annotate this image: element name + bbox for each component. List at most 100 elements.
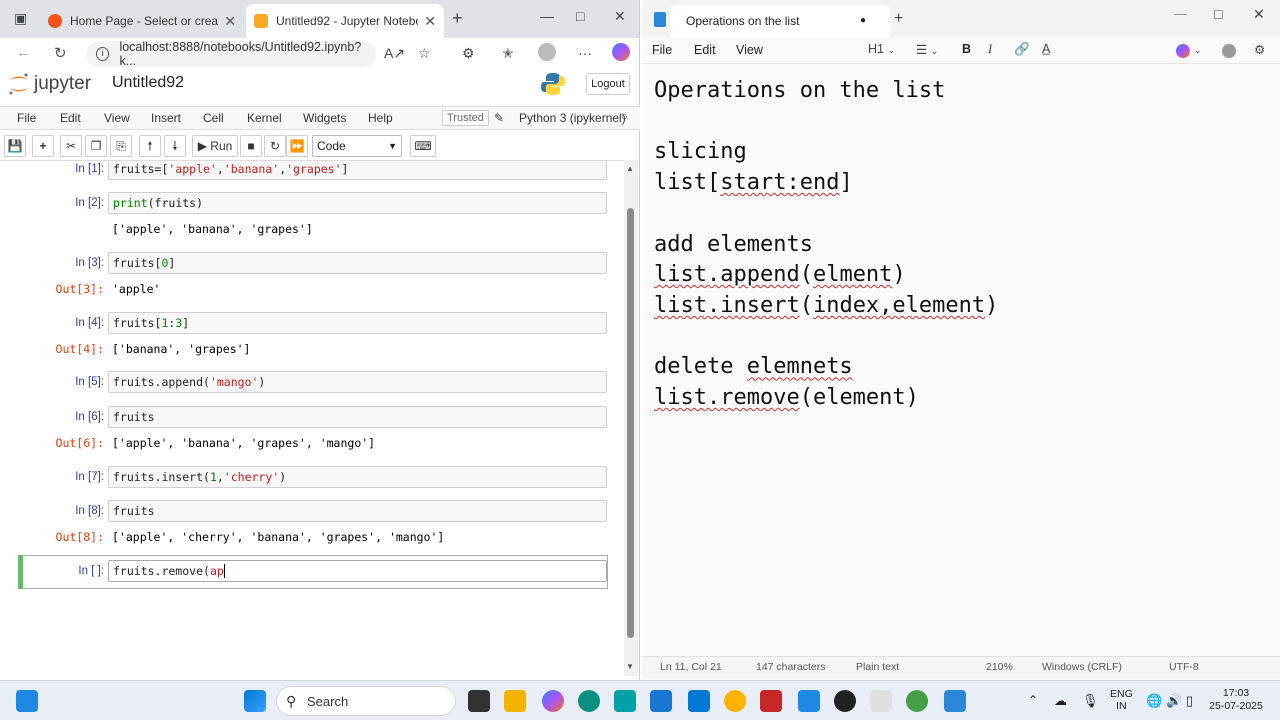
tab-home-page[interactable]: Home Page - Select or create a no ✕ xyxy=(40,4,244,38)
notepad-editor[interactable]: Operations on the list slicing list[start… xyxy=(654,76,1264,414)
network-icon[interactable]: 🌐 xyxy=(1146,693,1162,709)
save-icon[interactable]: 💾 xyxy=(4,135,26,157)
jupyter-logo[interactable]: jupyter xyxy=(8,71,91,97)
edit-pencil-icon[interactable]: ✎ xyxy=(494,111,504,125)
notepad-taskbar-icon[interactable] xyxy=(944,690,966,712)
read-aloud-icon[interactable]: A↗ xyxy=(384,45,405,62)
zoom-level[interactable]: 210% xyxy=(986,661,1013,673)
close-window-icon[interactable]: ✕ xyxy=(614,8,626,25)
favorite-star-icon[interactable]: ☆ xyxy=(418,45,431,62)
notebook-scrollbar[interactable]: ▲ ▼ xyxy=(624,160,638,676)
restart-run-all-icon[interactable]: ⏩ xyxy=(286,135,308,157)
menu-help[interactable]: Help xyxy=(368,111,393,125)
start-windows-icon[interactable] xyxy=(244,690,266,712)
site-info-icon[interactable]: i xyxy=(96,47,110,61)
code-cell[interactable]: In [2]: print(fruits) ['apple', 'banana'… xyxy=(18,192,608,242)
move-up-icon[interactable]: 🠕 xyxy=(139,135,161,157)
chevron-down-icon[interactable]: ⌄ xyxy=(1194,45,1202,56)
app-icon[interactable] xyxy=(870,690,892,712)
maximize-icon[interactable]: □ xyxy=(1214,6,1222,22)
move-down-icon[interactable]: 🠗 xyxy=(164,135,186,157)
taskbar-search[interactable]: ⚲ Search xyxy=(276,686,456,716)
scroll-up-icon[interactable]: ▲ xyxy=(626,164,634,173)
more-menu-icon[interactable]: ··· xyxy=(578,45,592,61)
menu-view[interactable]: View xyxy=(736,43,763,57)
copilot-icon[interactable] xyxy=(1176,44,1190,58)
link-icon[interactable]: 🔗 xyxy=(1014,42,1030,57)
microphone-icon[interactable]: 🎙 xyxy=(1082,693,1099,709)
logout-button[interactable]: Logout xyxy=(586,73,630,95)
menu-edit[interactable]: Edit xyxy=(60,111,81,125)
clear-format-icon[interactable]: A̲ xyxy=(1042,42,1050,56)
cell-type-select[interactable]: Code ▼ xyxy=(312,135,402,157)
scrollbar-thumb[interactable] xyxy=(627,208,634,638)
menu-view[interactable]: View xyxy=(104,111,130,125)
battery-icon[interactable]: ▯ xyxy=(1186,693,1193,709)
chrome-icon[interactable] xyxy=(724,690,746,712)
widgets-icon[interactable] xyxy=(16,690,38,712)
list-dropdown[interactable]: ☰ ⌄ xyxy=(916,42,938,57)
encoding[interactable]: UTF-8 xyxy=(1169,661,1199,673)
cell-input[interactable]: fruits.append('mango') xyxy=(108,371,607,393)
code-cell[interactable]: In [5]: fruits.append('mango') xyxy=(18,371,608,395)
cell-input[interactable]: print(fruits) xyxy=(108,192,607,214)
paste-icon[interactable]: ⎘ xyxy=(110,135,132,157)
code-cell[interactable]: In [4]: fruits[1:3] Out[4]: ['banana', '… xyxy=(18,312,608,362)
italic-icon[interactable]: I xyxy=(988,42,992,57)
heading-dropdown[interactable]: H1 ⌄ xyxy=(868,42,895,56)
code-cell[interactable]: In [6]: fruits Out[6]: ['apple', 'banana… xyxy=(18,406,608,456)
line-ending[interactable]: Windows (CRLF) xyxy=(1042,661,1122,673)
close-window-icon[interactable]: ✕ xyxy=(1253,6,1265,23)
app-icon[interactable] xyxy=(834,690,856,712)
mcafee-icon[interactable] xyxy=(760,690,782,712)
stop-icon[interactable]: ■ xyxy=(240,135,262,157)
tray-chevron-up-icon[interactable]: ⌃ xyxy=(1028,693,1038,707)
menu-file[interactable]: File xyxy=(17,111,36,125)
restart-icon[interactable]: ↻ xyxy=(264,135,286,157)
minimize-icon[interactable]: — xyxy=(540,8,554,24)
account-icon[interactable] xyxy=(1222,44,1236,58)
kernel-name[interactable]: Python 3 (ipykernel) xyxy=(519,111,626,125)
tab-untitled92[interactable]: Untitled92 - Jupyter Notebook ✕ xyxy=(246,4,444,38)
new-tab-icon[interactable]: + xyxy=(452,8,463,29)
trusted-badge[interactable]: Trusted xyxy=(442,110,489,126)
menu-cell[interactable]: Cell xyxy=(203,111,224,125)
menu-widgets[interactable]: Widgets xyxy=(303,111,346,125)
code-cell[interactable]: In [8]: fruits Out[8]: ['apple', 'cherry… xyxy=(18,500,608,550)
copy-icon[interactable]: ❐ xyxy=(85,135,107,157)
address-bar[interactable]: i localhost:8888/notebooks/Untitled92.ip… xyxy=(86,40,376,68)
settings-gear-icon[interactable]: ⚙ xyxy=(1254,42,1265,57)
tab-actions-icon[interactable]: ▣ xyxy=(14,10,27,27)
code-cell[interactable]: In [1]: fruits=['apple','banana','grapes… xyxy=(18,161,608,182)
code-cell[interactable]: In [3]: fruits[0] Out[3]: 'apple' xyxy=(18,252,608,302)
menu-kernel[interactable]: Kernel xyxy=(247,111,282,125)
close-tab-icon[interactable]: ✕ xyxy=(424,13,436,30)
add-cell-icon[interactable]: + xyxy=(32,135,54,157)
cut-icon[interactable]: ✂ xyxy=(60,135,82,157)
bold-icon[interactable]: B xyxy=(962,42,971,56)
clock[interactable]: 17:03 25-07-2025 xyxy=(1206,687,1266,713)
notebook-title[interactable]: Untitled92 xyxy=(112,74,184,92)
volume-icon[interactable]: 🔊 xyxy=(1166,693,1182,709)
cell-input-active[interactable]: fruits.remove(ap xyxy=(108,560,607,582)
menu-edit[interactable]: Edit xyxy=(694,43,716,57)
file-explorer-icon[interactable] xyxy=(504,690,526,712)
code-cell-selected[interactable]: In [ ]: fruits.remove(ap xyxy=(18,555,608,589)
run-button[interactable]: ▶ Run xyxy=(192,135,238,157)
edge-icon[interactable] xyxy=(578,690,600,712)
store-icon[interactable] xyxy=(650,690,672,712)
copilot-icon[interactable] xyxy=(612,43,630,61)
language-indicator[interactable]: ENG IN xyxy=(1110,688,1133,712)
cell-input[interactable]: fruits[1:3] xyxy=(108,312,607,334)
cell-input[interactable]: fruits xyxy=(108,406,607,428)
cell-input[interactable]: fruits[0] xyxy=(108,252,607,274)
cloud-icon[interactable]: ☁ xyxy=(1054,693,1067,709)
unsaved-dot-icon[interactable]: ● xyxy=(860,15,866,26)
extensions-icon[interactable]: ⚙ xyxy=(462,45,475,62)
mail-icon[interactable] xyxy=(688,690,710,712)
matlab-icon[interactable] xyxy=(798,690,820,712)
cell-input[interactable]: fruits xyxy=(108,500,607,522)
command-palette-icon[interactable]: ⌨ xyxy=(410,135,436,157)
menu-insert[interactable]: Insert xyxy=(151,111,181,125)
refresh-icon[interactable]: ↻ xyxy=(54,44,67,62)
